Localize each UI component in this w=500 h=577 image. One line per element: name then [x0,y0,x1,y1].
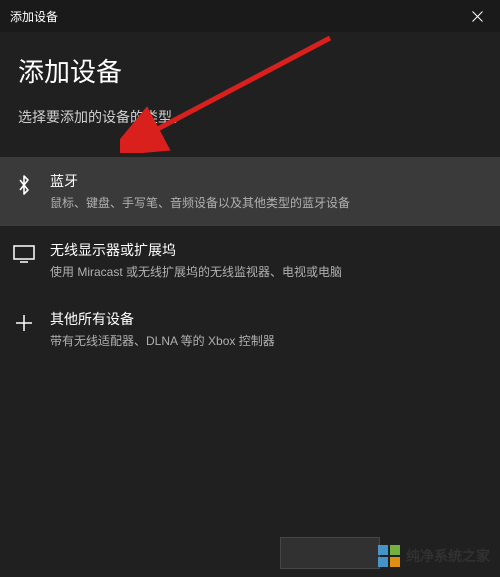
option-desc: 带有无线适配器、DLNA 等的 Xbox 控制器 [50,333,488,350]
close-icon [472,11,483,22]
titlebar: 添加设备 [0,0,500,32]
option-everything-else[interactable]: 其他所有设备 带有无线适配器、DLNA 等的 Xbox 控制器 [0,295,500,364]
watermark-text: 纯净系统之家 [406,546,490,566]
option-desc: 使用 Miracast 或无线扩展坞的无线监视器、电视或电脑 [50,264,488,281]
close-button[interactable] [454,0,500,32]
cancel-button[interactable] [280,537,380,569]
option-text: 蓝牙 鼠标、键盘、手写笔、音频设备以及其他类型的蓝牙设备 [50,171,488,212]
content-area: 添加设备 选择要添加的设备的类型。 蓝牙 鼠标、键盘、手写笔、音频设备以及其他类… [0,32,500,363]
option-text: 无线显示器或扩展坞 使用 Miracast 或无线扩展坞的无线监视器、电视或电脑 [50,240,488,281]
option-title: 蓝牙 [50,171,488,191]
watermark-logo-icon [378,545,400,567]
option-desc: 鼠标、键盘、手写笔、音频设备以及其他类型的蓝牙设备 [50,195,488,212]
option-title: 其他所有设备 [50,309,488,329]
option-title: 无线显示器或扩展坞 [50,240,488,260]
plus-icon [12,311,36,335]
option-text: 其他所有设备 带有无线适配器、DLNA 等的 Xbox 控制器 [50,309,488,350]
page-title: 添加设备 [18,52,482,89]
display-icon [12,242,36,266]
titlebar-text: 添加设备 [10,8,58,25]
option-bluetooth[interactable]: 蓝牙 鼠标、键盘、手写笔、音频设备以及其他类型的蓝牙设备 [0,157,500,226]
option-wireless-display[interactable]: 无线显示器或扩展坞 使用 Miracast 或无线扩展坞的无线监视器、电视或电脑 [0,226,500,295]
bluetooth-icon [12,173,36,197]
watermark: 纯净系统之家 [378,545,490,567]
page-subtitle: 选择要添加的设备的类型。 [18,107,482,127]
